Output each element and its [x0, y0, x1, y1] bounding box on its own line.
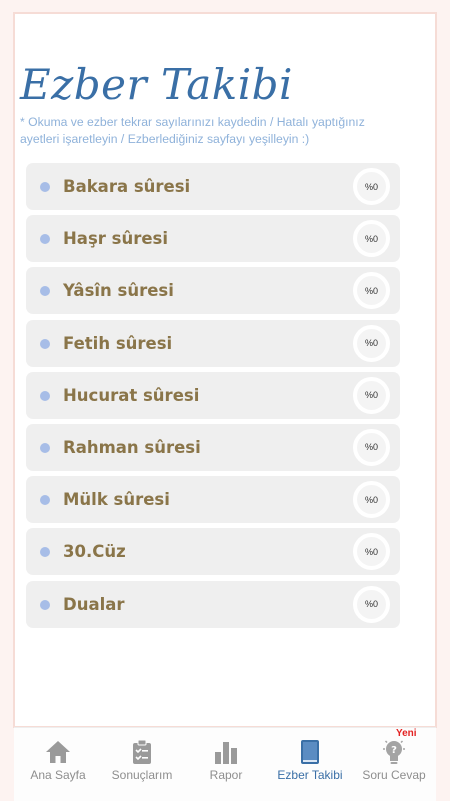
progress-ring: %0	[353, 272, 390, 310]
progress-percent: %0	[364, 599, 378, 609]
tab-rapor[interactable]: Rapor	[184, 728, 268, 801]
svg-text:?: ?	[391, 745, 397, 756]
progress-ring: %0	[353, 481, 390, 519]
bullet-icon	[40, 234, 50, 245]
bullet-icon	[40, 442, 50, 453]
bullet-icon	[40, 495, 50, 506]
progress-percent: %0	[364, 494, 378, 505]
book-icon	[268, 737, 352, 767]
progress-percent: %0	[364, 338, 378, 349]
new-badge: Yeni	[396, 728, 417, 739]
progress-ring: %0	[353, 533, 390, 571]
list-item-label: Dualar	[63, 594, 125, 614]
list-item-label: Rahman sûresi	[63, 437, 201, 457]
tab-label: Ana Sayfa	[30, 768, 86, 782]
progress-ring: %0	[353, 324, 390, 362]
page-subtitle: * Okuma ve ezber tekrar sayılarınızı kay…	[20, 115, 365, 146]
list-item-label: Haşr sûresi	[63, 229, 169, 249]
list-item-rahman[interactable]: Rahman sûresi %0	[26, 423, 400, 471]
progress-percent: %0	[364, 285, 378, 296]
home-icon	[16, 737, 100, 767]
list-item-bakara[interactable]: Bakara sûresi %0	[26, 163, 400, 210]
tab-sonuclarim[interactable]: Sonuçlarım	[100, 728, 184, 801]
list-item-30-cuz[interactable]: 30.Cüz %0	[26, 528, 400, 576]
bullet-icon	[40, 390, 50, 401]
tab-ana-sayfa[interactable]: Ana Sayfa	[16, 728, 100, 801]
list-item-label: Hucurat sûresi	[63, 385, 200, 405]
tab-label: Ezber Takibi	[277, 768, 343, 782]
progress-ring: %0	[353, 168, 390, 205]
bullet-icon	[40, 182, 50, 192]
bullet-icon	[40, 599, 50, 610]
bullet-icon	[40, 547, 50, 558]
progress-ring: %0	[353, 376, 390, 414]
surah-list: Bakara sûresi %0 Haşr sûresi %0 Yâsîn sû…	[26, 163, 400, 633]
bullet-icon	[40, 338, 50, 349]
bottom-tab-bar: Ana Sayfa Sonuçlarım Rapor Ezber Takibi …	[14, 727, 436, 801]
tab-soru-cevap[interactable]: ? Soru Cevap	[352, 728, 436, 801]
tab-label: Soru Cevap	[362, 768, 426, 782]
progress-ring: %0	[353, 220, 390, 258]
progress-percent: %0	[364, 181, 378, 192]
bullet-icon	[40, 286, 50, 297]
progress-percent: %0	[364, 546, 378, 557]
page-title: Ezber Takibi	[20, 60, 293, 109]
progress-ring: %0	[353, 428, 390, 466]
list-item-hucurat[interactable]: Hucurat sûresi %0	[26, 371, 400, 419]
list-item-yasin[interactable]: Yâsîn sûresi %0	[26, 267, 400, 315]
lightbulb-icon: ?	[352, 737, 436, 767]
tab-ezber-takibi[interactable]: Ezber Takibi	[268, 728, 352, 801]
list-item-label: Fetih sûresi	[63, 333, 173, 353]
list-item-mulk[interactable]: Mülk sûresi %0	[26, 476, 400, 524]
progress-percent: %0	[364, 442, 378, 453]
clipboard-icon	[100, 737, 184, 767]
list-item-hasr[interactable]: Haşr sûresi %0	[26, 215, 400, 263]
bar-chart-icon	[184, 737, 268, 767]
list-item-label: Bakara sûresi	[63, 177, 191, 196]
list-item-dualar[interactable]: Dualar %0	[26, 580, 400, 628]
list-item-label: Yâsîn sûresi	[63, 281, 174, 301]
list-item-fetih[interactable]: Fetih sûresi %0	[26, 319, 400, 367]
tab-label: Sonuçlarım	[111, 768, 173, 782]
progress-ring: %0	[353, 585, 390, 623]
progress-percent: %0	[364, 390, 378, 401]
tab-label: Rapor	[209, 768, 243, 782]
list-item-label: Mülk sûresi	[63, 490, 170, 510]
list-item-label: 30.Cüz	[63, 542, 126, 562]
progress-percent: %0	[364, 233, 378, 244]
